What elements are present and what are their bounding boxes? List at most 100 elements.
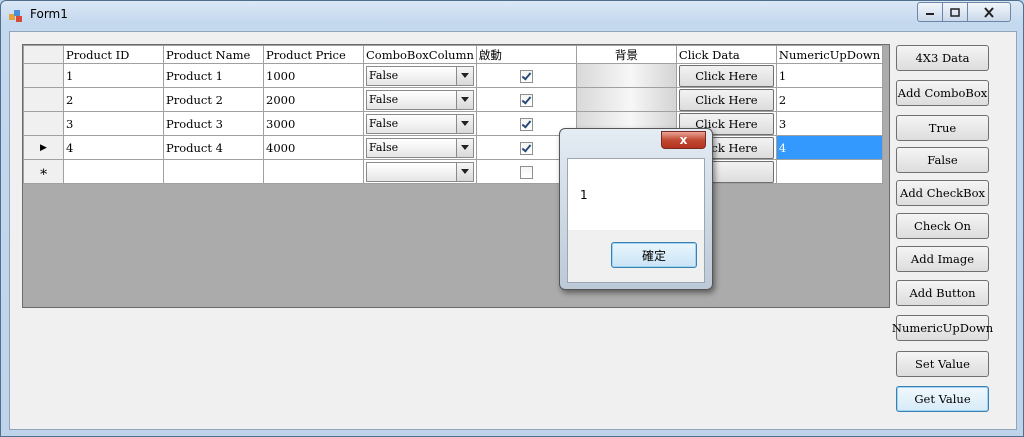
table-row[interactable]: 1 Product 1 1000 False Click Here 1 — [23, 63, 884, 88]
cell-product-name[interactable]: Product 2 — [163, 87, 264, 112]
ok-button[interactable]: 確定 — [611, 242, 697, 268]
set-value-button[interactable]: Set Value — [896, 351, 989, 377]
cell-product-id[interactable]: 3 — [63, 111, 164, 136]
column-header[interactable]: 背景 — [575, 45, 677, 64]
dialog-close-button[interactable]: x — [661, 131, 706, 149]
dropdown-arrow-button[interactable] — [455, 90, 473, 109]
cell-numeric[interactable] — [775, 159, 884, 184]
cell-product-id[interactable]: 4 — [63, 135, 164, 160]
cell-product-price[interactable]: 1000 — [263, 63, 364, 88]
cell-product-name[interactable]: Product 4 — [163, 135, 264, 160]
cell-product-id[interactable]: 1 — [63, 63, 164, 88]
grid-table: Product ID Product Name Product Price Co… — [23, 45, 884, 184]
close-button[interactable] — [967, 2, 1011, 22]
checkbox[interactable] — [519, 93, 533, 107]
column-header[interactable]: Product Price — [263, 45, 364, 64]
row-header[interactable] — [23, 87, 64, 112]
combobox[interactable]: False — [366, 137, 474, 158]
cell-product-id[interactable]: 2 — [63, 87, 164, 112]
dropdown-arrow-button[interactable] — [455, 114, 473, 133]
add-checkbox-button[interactable]: Add CheckBox — [896, 180, 989, 206]
check-on-button[interactable]: Check On — [896, 213, 989, 239]
cell-numeric[interactable]: 2 — [775, 87, 884, 112]
table-row[interactable]: ▶ 4 Product 4 4000 False Click Here 4 — [23, 135, 884, 160]
column-header[interactable]: NumericUpDown — [775, 45, 884, 64]
header-row: Product ID Product Name Product Price Co… — [23, 45, 884, 64]
click-here-button[interactable]: Click Here — [678, 88, 774, 111]
combobox[interactable]: False — [366, 65, 474, 86]
column-header[interactable]: Product Name — [163, 45, 264, 64]
column-header[interactable]: 啟動 — [475, 45, 577, 64]
true-button[interactable]: True — [896, 115, 989, 141]
column-header[interactable]: Product ID — [63, 45, 164, 64]
column-header[interactable]: Click Data — [675, 45, 777, 64]
cell-numeric-selected[interactable]: 4 — [775, 135, 884, 160]
checkbox[interactable] — [519, 117, 533, 131]
checkbox[interactable] — [519, 141, 533, 155]
add-button-button[interactable]: Add Button — [896, 280, 989, 306]
cell-combobox[interactable] — [363, 159, 477, 184]
message-box-dialog[interactable]: x 1 確定 — [559, 128, 713, 290]
cell-product-price[interactable] — [263, 159, 364, 184]
cell-product-name[interactable]: Product 1 — [163, 63, 264, 88]
close-icon — [984, 6, 994, 18]
row-header-new[interactable]: ∗ — [23, 159, 64, 184]
column-header[interactable]: ComboBoxColumn — [363, 45, 477, 64]
chevron-down-icon — [460, 145, 469, 150]
title-bar[interactable]: Form1 — [1, 1, 1023, 31]
dropdown-arrow-button[interactable] — [455, 66, 473, 85]
row-header[interactable] — [23, 63, 64, 88]
combobox-value: False — [369, 117, 399, 130]
numericupdown-button[interactable]: NumericUpDown — [892, 315, 993, 341]
cell-button[interactable]: Click Here — [675, 63, 777, 88]
chevron-down-icon — [460, 73, 469, 78]
cell-image[interactable] — [575, 63, 677, 88]
main-window: Form1 Product ID Product Name Product Pr… — [0, 0, 1024, 437]
cell-product-name[interactable]: Product 3 — [163, 111, 264, 136]
minimize-button[interactable] — [917, 2, 943, 22]
get-value-button[interactable]: Get Value — [896, 386, 989, 412]
row-header[interactable] — [23, 111, 64, 136]
cell-numeric[interactable]: 1 — [775, 63, 884, 88]
cell-checkbox[interactable] — [475, 87, 577, 112]
cell-product-price[interactable]: 2000 — [263, 87, 364, 112]
combobox[interactable]: False — [366, 113, 474, 134]
cell-combobox[interactable]: False — [363, 87, 477, 112]
cell-product-price[interactable]: 4000 — [263, 135, 364, 160]
cell-product-name[interactable] — [163, 159, 264, 184]
cell-numeric[interactable]: 3 — [775, 111, 884, 136]
app-icon — [9, 10, 22, 22]
dropdown-arrow-button[interactable] — [455, 162, 473, 181]
row-header-current[interactable]: ▶ — [23, 135, 64, 160]
4x3-data-button[interactable]: 4X3 Data — [896, 45, 989, 71]
dialog-footer: 確定 — [567, 230, 705, 283]
cell-image[interactable] — [575, 87, 677, 112]
cell-checkbox[interactable] — [475, 63, 577, 88]
cell-combobox[interactable]: False — [363, 63, 477, 88]
cell-combobox[interactable]: False — [363, 111, 477, 136]
add-image-button[interactable]: Add Image — [896, 246, 989, 272]
form-client-area: Product ID Product Name Product Price Co… — [9, 31, 1017, 430]
add-combobox-button[interactable]: Add ComboBox — [896, 80, 989, 106]
cell-product-price[interactable]: 3000 — [263, 111, 364, 136]
cell-product-id[interactable] — [63, 159, 164, 184]
combobox[interactable]: False — [366, 89, 474, 110]
corner-header[interactable] — [23, 45, 64, 64]
combobox-value: False — [369, 93, 399, 106]
maximize-button[interactable] — [942, 2, 968, 22]
cell-combobox[interactable]: False — [363, 135, 477, 160]
new-row[interactable]: ∗ — [23, 159, 884, 184]
click-here-button[interactable]: Click Here — [678, 64, 774, 87]
dropdown-arrow-button[interactable] — [455, 138, 473, 157]
checkbox[interactable] — [519, 165, 533, 179]
checkbox[interactable] — [519, 69, 533, 83]
table-row[interactable]: 3 Product 3 3000 False Click Here 3 — [23, 111, 884, 136]
false-button[interactable]: False — [896, 147, 989, 173]
table-row[interactable]: 2 Product 2 2000 False Click Here 2 — [23, 87, 884, 112]
dialog-body: 1 — [567, 158, 705, 231]
minimize-icon — [926, 13, 934, 15]
combobox[interactable] — [366, 161, 474, 182]
cell-button[interactable]: Click Here — [675, 87, 777, 112]
window-title: Form1 — [30, 7, 68, 21]
data-grid-view[interactable]: Product ID Product Name Product Price Co… — [22, 44, 890, 308]
